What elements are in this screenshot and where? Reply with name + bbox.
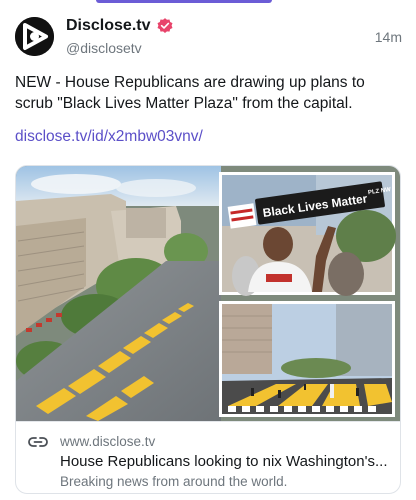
post-text: NEW - House Republicans are drawing up p… bbox=[15, 74, 365, 112]
play-logo-icon bbox=[15, 17, 54, 56]
card-meta[interactable]: www.disclose.tv House Republicans lookin… bbox=[16, 421, 400, 493]
display-name[interactable]: Disclose.tv bbox=[66, 17, 150, 35]
link-preview-card[interactable]: Black Lives Matter PLZ NW www.disclose.t… bbox=[15, 165, 401, 494]
card-description: Breaking news from around the world. bbox=[60, 474, 288, 489]
link-icon bbox=[28, 437, 48, 447]
avatar[interactable] bbox=[15, 17, 54, 56]
verified-badge-icon bbox=[157, 18, 173, 33]
top-accent-bar bbox=[96, 0, 272, 3]
card-domain: www.disclose.tv bbox=[60, 434, 156, 449]
post-link[interactable]: disclose.tv/id/x2mbw03vnv/ bbox=[15, 128, 203, 146]
card-image: Black Lives Matter PLZ NW bbox=[16, 166, 400, 421]
card-collage: Black Lives Matter PLZ NW bbox=[16, 166, 400, 421]
card-title[interactable]: House Republicans looking to nix Washing… bbox=[60, 453, 392, 470]
author-names: Disclose.tv @disclosetv bbox=[66, 16, 174, 56]
handle[interactable]: @disclosetv bbox=[66, 40, 174, 56]
timestamp[interactable]: 14m bbox=[375, 29, 402, 45]
post-header: Disclose.tv @disclosetv 14m bbox=[15, 15, 402, 59]
